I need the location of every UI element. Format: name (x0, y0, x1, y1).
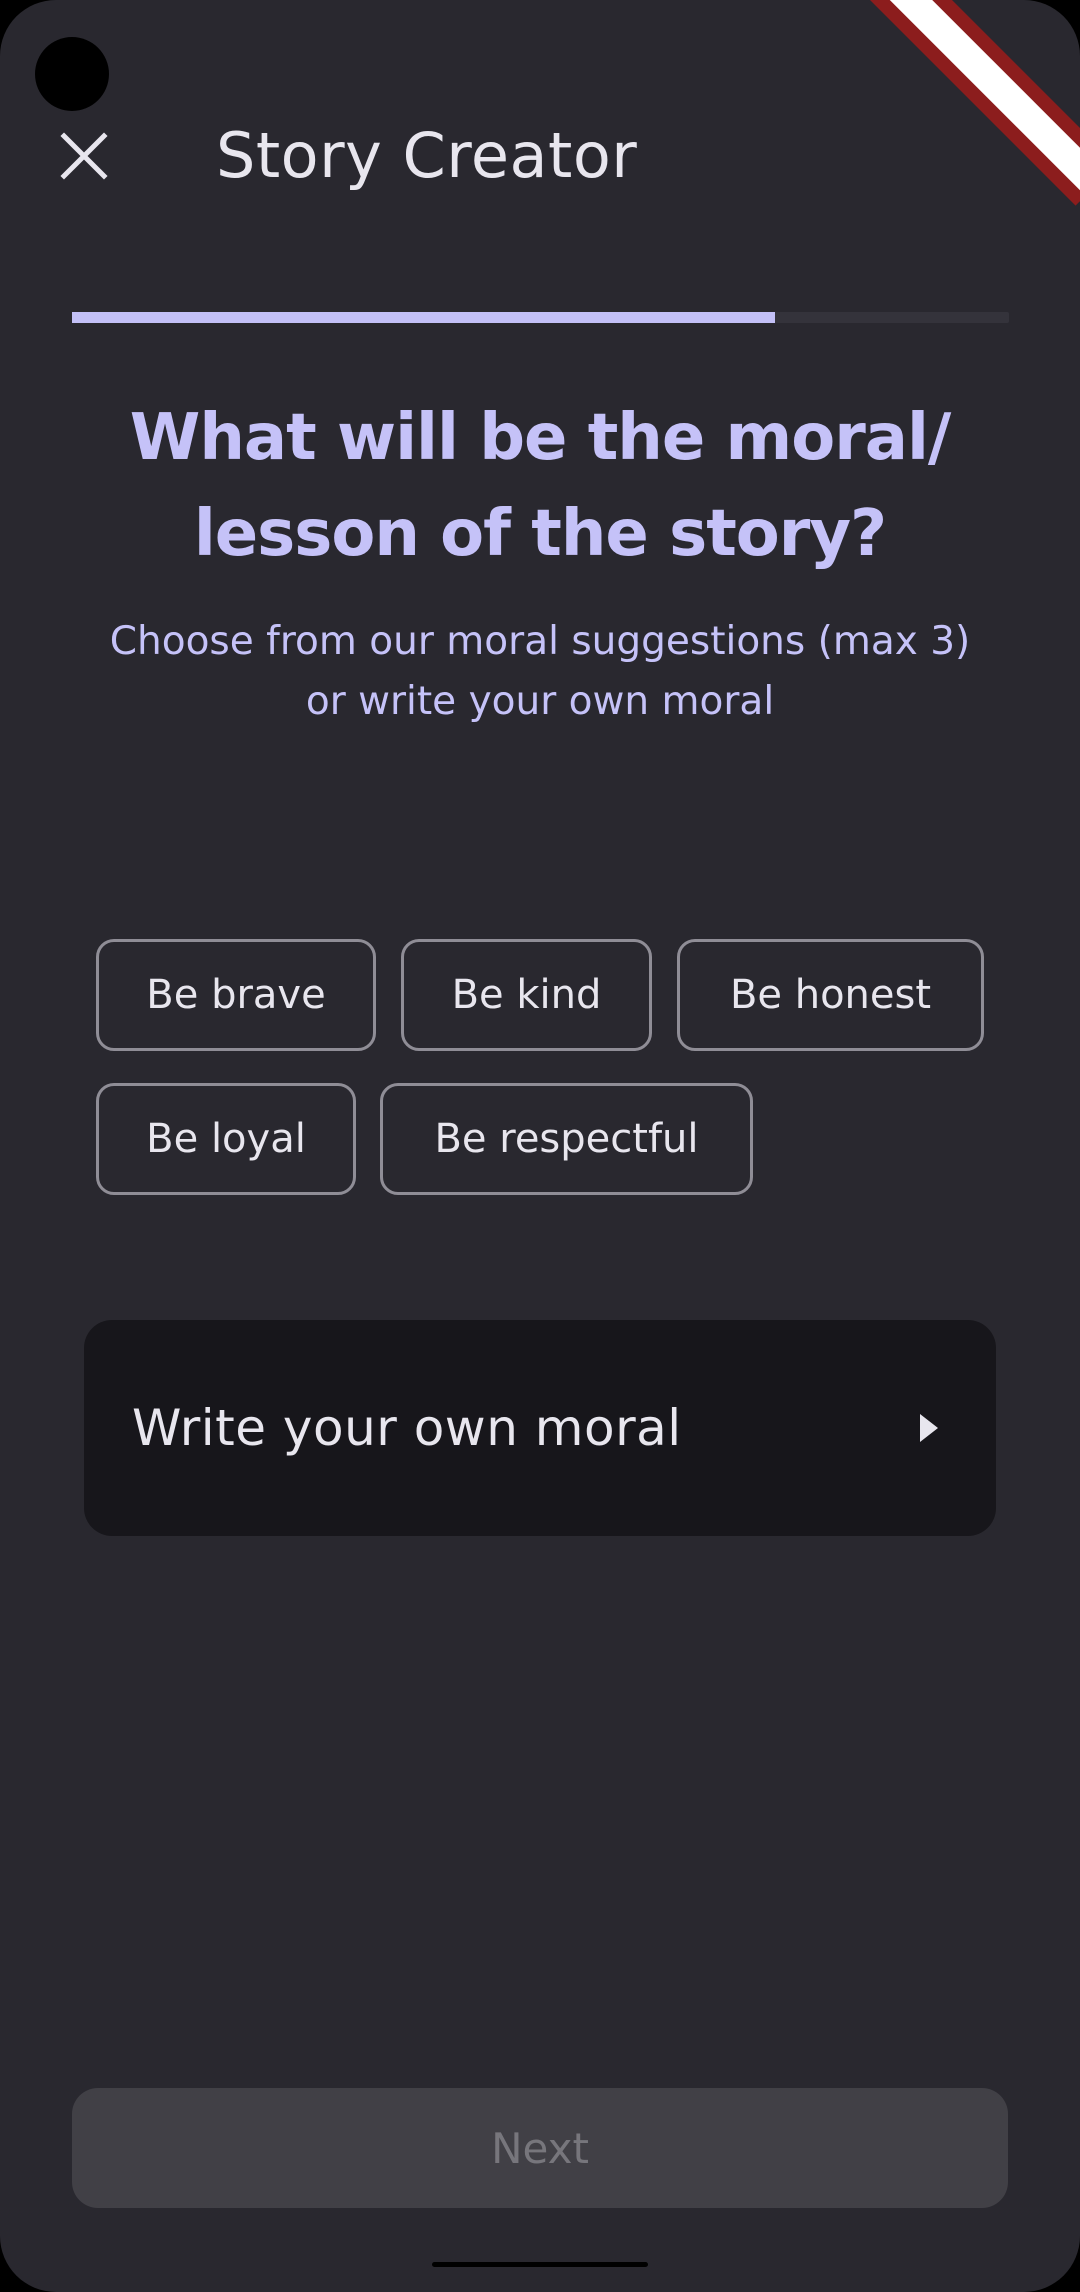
chip-be-loyal[interactable]: Be loyal (96, 1083, 356, 1195)
chip-be-kind[interactable]: Be kind (401, 939, 652, 1051)
question-line-1: What will be the moral/ (129, 401, 952, 475)
write-own-moral-label: Write your own moral (132, 1399, 682, 1457)
close-icon (60, 132, 108, 180)
camera-cutout (35, 37, 109, 111)
chip-be-respectful[interactable]: Be respectful (380, 1083, 753, 1195)
write-own-moral-button[interactable]: Write your own moral (84, 1320, 996, 1536)
progress-bar-fill (72, 312, 775, 323)
next-button[interactable]: Next (72, 2088, 1008, 2208)
chip-be-honest[interactable]: Be honest (677, 939, 984, 1051)
chip-be-brave[interactable]: Be brave (96, 939, 376, 1051)
question-line-2: lesson of the story? (193, 497, 887, 571)
arrow-right-icon (920, 1414, 938, 1442)
instructions-text: Choose from our moral suggestions (max 3… (70, 612, 1010, 732)
home-indicator[interactable] (432, 2262, 648, 2267)
debug-banner (863, 0, 1080, 206)
app-screen: Story Creator What will be the moral/ le… (0, 0, 1080, 2292)
close-button[interactable] (44, 116, 124, 196)
instructions-line-1: Choose from our moral suggestions (max 3… (109, 619, 971, 664)
instructions-line-2: or write your own moral (305, 679, 775, 724)
progress-bar (72, 312, 1009, 323)
page-title: Story Creator (216, 119, 638, 192)
question-heading: What will be the moral/ lesson of the st… (0, 390, 1080, 582)
